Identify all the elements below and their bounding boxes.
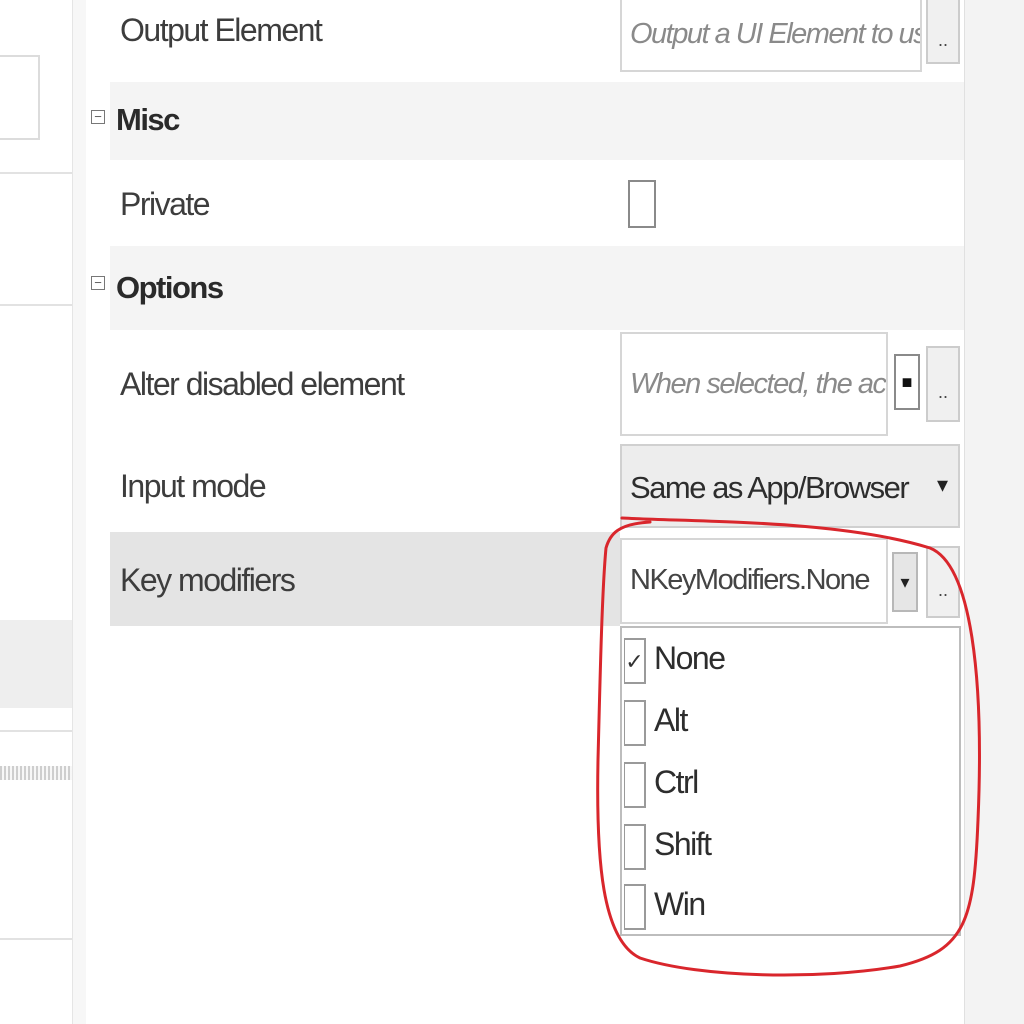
input-mode-select[interactable]: Same as App/Browser ▾	[620, 444, 960, 528]
alter-disabled-element-ellipsis-button[interactable]: ..	[926, 346, 960, 422]
dropdown-item-label: Ctrl	[654, 764, 699, 800]
dropdown-item-label: Win	[654, 886, 706, 922]
key-modifiers-value: NKeyModifiers.None	[630, 564, 870, 596]
panel-splitter[interactable]	[72, 0, 87, 1024]
key-modifiers-ellipsis-button[interactable]: ..	[926, 546, 960, 618]
checkbox-icon[interactable]	[624, 884, 646, 930]
left-panel-divider	[0, 938, 72, 940]
private-label: Private	[120, 186, 211, 222]
property-row-key-modifiers: Key modifiers NKeyModifiers.None ▾ ..	[86, 532, 964, 626]
dropdown-item-label: Alt	[654, 702, 688, 738]
dropdown-item-label: None	[654, 640, 726, 676]
category-options[interactable]: − Options	[86, 246, 964, 330]
category-misc[interactable]: − Misc	[86, 82, 964, 160]
left-panel	[0, 0, 72, 1024]
category-misc-label: Misc	[116, 102, 180, 137]
key-modifiers-label: Key modifiers	[120, 562, 296, 598]
dropdown-item-shift[interactable]: Shift	[622, 816, 959, 878]
property-row-input-mode: Input mode Same as App/Browser ▾	[86, 442, 964, 530]
output-element-label: Output Element	[120, 12, 323, 48]
left-panel-divider	[0, 172, 72, 174]
key-modifiers-input[interactable]: NKeyModifiers.None	[620, 538, 888, 624]
left-panel-input[interactable]	[0, 55, 40, 140]
checkbox-icon[interactable]	[624, 700, 646, 746]
input-mode-value: Same as App/Browser	[630, 470, 910, 505]
alter-disabled-element-placeholder: When selected, the activity	[630, 368, 886, 400]
chevron-down-icon[interactable]: ▾	[937, 472, 948, 498]
dropdown-item-alt[interactable]: Alt	[622, 692, 959, 754]
dropdown-item-win[interactable]: Win	[622, 876, 959, 938]
alter-disabled-element-label: Alter disabled element	[120, 366, 405, 402]
checkbox-icon[interactable]	[624, 824, 646, 870]
left-panel-handle[interactable]	[0, 766, 72, 780]
private-checkbox[interactable]	[628, 180, 656, 228]
minus-square-icon[interactable]: −	[91, 110, 105, 124]
property-row-output-element: Output Element Output a UI Element to us…	[86, 0, 964, 74]
chevron-down-icon[interactable]: ▾	[892, 552, 918, 612]
output-element-ellipsis-button[interactable]: ..	[926, 0, 960, 64]
property-row-private: Private	[86, 162, 964, 246]
category-options-label: Options	[116, 270, 224, 305]
property-row-alter-disabled-element: Alter disabled element When selected, th…	[86, 330, 964, 440]
side-panel-tab[interactable]	[981, 0, 1009, 64]
left-panel-divider	[0, 304, 72, 306]
left-panel-band	[0, 620, 72, 708]
dropdown-item-label: Shift	[654, 826, 712, 862]
key-modifiers-dropdown: ✓ None Alt Ctrl Shift Win	[620, 626, 961, 936]
dropdown-item-none[interactable]: ✓ None	[622, 630, 959, 692]
minus-square-icon[interactable]: −	[91, 276, 105, 290]
alter-disabled-element-input[interactable]: When selected, the activity	[620, 332, 888, 436]
check-icon[interactable]: ✓	[624, 638, 646, 684]
output-element-input[interactable]: Output a UI Element to use in	[620, 0, 922, 72]
dropdown-item-ctrl[interactable]: Ctrl	[622, 754, 959, 816]
alter-disabled-element-checkbox[interactable]: ■	[894, 354, 920, 410]
checkbox-icon[interactable]	[624, 762, 646, 808]
left-panel-divider	[0, 730, 72, 732]
right-side-strip	[964, 0, 1024, 1024]
input-mode-label: Input mode	[120, 468, 267, 504]
output-element-placeholder: Output a UI Element to use in	[630, 18, 920, 50]
